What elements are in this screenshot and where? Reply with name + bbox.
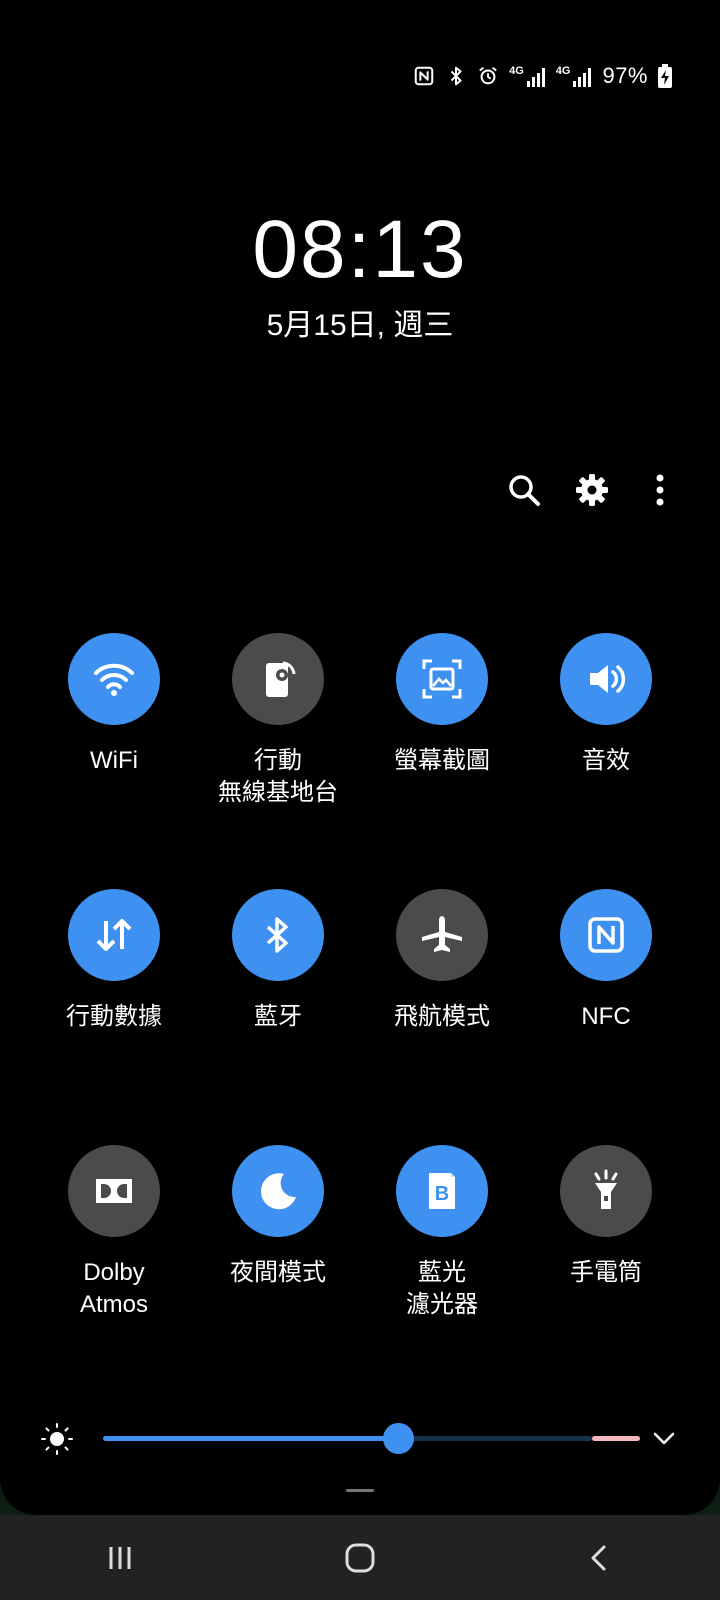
clock: 08:13 bbox=[252, 204, 468, 295]
tile-dolby-atmos-label: Dolby Atmos bbox=[79, 1259, 148, 1318]
nfc-icon bbox=[588, 917, 624, 953]
night-mode-icon bbox=[260, 1173, 296, 1210]
tile-flashlight-label: 手電筒 bbox=[570, 1259, 642, 1286]
wifi-icon bbox=[94, 663, 134, 696]
tile-flashlight-toggle[interactable] bbox=[560, 1145, 652, 1237]
search-icon bbox=[509, 475, 540, 506]
tile-blue-light-filter-toggle[interactable]: B bbox=[396, 1145, 488, 1237]
network-2: 4G bbox=[555, 64, 593, 87]
navigation-bar bbox=[0, 1515, 720, 1600]
tile-wifi-toggle[interactable] bbox=[68, 633, 160, 725]
date: 5月15日, 週三 bbox=[266, 309, 454, 342]
alarm-status-icon bbox=[479, 66, 497, 85]
bluetooth-status-icon bbox=[450, 66, 462, 86]
tile-mobile-hotspot-label: 行動 無線基地台 bbox=[218, 747, 338, 806]
panel-drag-handle[interactable] bbox=[346, 1489, 374, 1492]
tile-sound[interactable]: 音效 bbox=[524, 633, 688, 889]
back-button[interactable] bbox=[570, 1528, 630, 1588]
tile-screenshot[interactable]: 螢幕截圖 bbox=[360, 633, 524, 889]
bluetooth-icon bbox=[266, 917, 288, 953]
gear-icon bbox=[576, 474, 608, 506]
blue-light-filter-icon: B bbox=[429, 1173, 455, 1209]
flashlight-icon bbox=[594, 1169, 618, 1209]
tile-mobile-hotspot[interactable]: 行動 無線基地台 bbox=[196, 633, 360, 889]
tile-mobile-data-label: 行動數據 bbox=[66, 1003, 162, 1030]
network-1: 4G bbox=[509, 64, 546, 87]
recent-apps-button[interactable] bbox=[90, 1528, 150, 1588]
brightness-slider-track[interactable] bbox=[398, 1436, 592, 1441]
tile-airplane[interactable]: 飛航模式 bbox=[360, 889, 524, 1145]
tile-blue-light-filter-label: 藍光 濾光器 bbox=[406, 1259, 478, 1318]
tile-bluetooth-toggle[interactable] bbox=[232, 889, 324, 981]
tile-night-mode-label: 夜間模式 bbox=[230, 1259, 326, 1286]
tile-wifi[interactable]: WiFi bbox=[32, 633, 196, 889]
tile-airplane-label: 飛航模式 bbox=[394, 1003, 490, 1030]
more-options-button[interactable] bbox=[640, 470, 680, 510]
airplane-icon bbox=[422, 916, 462, 952]
tile-night-mode-toggle[interactable] bbox=[232, 1145, 324, 1237]
recent-apps-icon bbox=[109, 1546, 131, 1569]
brightness-slider-fill[interactable] bbox=[103, 1436, 399, 1441]
svg-text:B: B bbox=[435, 1183, 449, 1205]
tile-bluetooth[interactable]: 藍牙 bbox=[196, 889, 360, 1145]
tile-mobile-data-toggle[interactable] bbox=[68, 889, 160, 981]
tile-airplane-toggle[interactable] bbox=[396, 889, 488, 981]
tile-wifi-label: WiFi bbox=[90, 747, 138, 774]
tile-nfc-toggle[interactable] bbox=[560, 889, 652, 981]
tile-dolby-atmos[interactable]: Dolby Atmos bbox=[32, 1145, 196, 1401]
tile-dolby-atmos-toggle[interactable] bbox=[68, 1145, 160, 1237]
signal-1-icon bbox=[526, 67, 545, 87]
quick-settings-grid: WiFi 行動 無線基地台 螢幕截圖 音效 行動數據 藍牙 飛航模式 NFC D… bbox=[32, 633, 688, 1401]
mobile-data-icon bbox=[96, 919, 132, 951]
brightness-slider-high-range[interactable] bbox=[592, 1436, 640, 1441]
quick-panel: 4G 4G 97% 08:13 5月15日, 週三 WiFi 行動 無線基地台 … bbox=[0, 0, 720, 1515]
tile-screenshot-toggle[interactable] bbox=[396, 633, 488, 725]
network-2-type: 4G bbox=[555, 64, 571, 77]
tile-nfc[interactable]: NFC bbox=[524, 889, 688, 1145]
more-vertical-icon bbox=[656, 474, 664, 506]
settings-button[interactable] bbox=[572, 470, 612, 510]
brightness-icon bbox=[41, 1423, 73, 1455]
chevron-down-icon[interactable] bbox=[648, 1422, 680, 1454]
brightness-control bbox=[40, 1416, 680, 1460]
signal-2-icon bbox=[573, 67, 592, 87]
home-icon bbox=[345, 1543, 375, 1572]
tile-mobile-data[interactable]: 行動數據 bbox=[32, 889, 196, 1145]
mobile-hotspot-icon bbox=[266, 661, 296, 697]
dolby-icon bbox=[96, 1179, 132, 1203]
tile-screenshot-label: 螢幕截圖 bbox=[394, 747, 490, 774]
tile-sound-label: 音效 bbox=[582, 747, 630, 774]
status-bar: 4G 4G 97% bbox=[413, 60, 672, 92]
panel-toolbar bbox=[504, 470, 680, 510]
tile-night-mode[interactable]: 夜間模式 bbox=[196, 1145, 360, 1401]
sound-icon bbox=[590, 665, 626, 693]
tile-mobile-hotspot-toggle[interactable] bbox=[232, 633, 324, 725]
screenshot-icon bbox=[422, 659, 462, 699]
tile-sound-toggle[interactable] bbox=[560, 633, 652, 725]
battery-charging-icon bbox=[658, 64, 672, 88]
battery-percent: 97% bbox=[602, 63, 648, 88]
tile-nfc-label: NFC bbox=[581, 1003, 631, 1030]
home-button[interactable] bbox=[330, 1528, 390, 1588]
brightness-slider-thumb[interactable] bbox=[383, 1423, 415, 1454]
tile-blue-light-filter[interactable]: B 藍光 濾光器 bbox=[360, 1145, 524, 1401]
back-icon bbox=[591, 1545, 606, 1570]
tile-flashlight[interactable]: 手電筒 bbox=[524, 1145, 688, 1401]
search-button[interactable] bbox=[504, 470, 544, 510]
nfc-status-icon bbox=[414, 66, 434, 86]
network-1-type: 4G bbox=[509, 64, 524, 77]
tile-bluetooth-label: 藍牙 bbox=[254, 1003, 302, 1030]
